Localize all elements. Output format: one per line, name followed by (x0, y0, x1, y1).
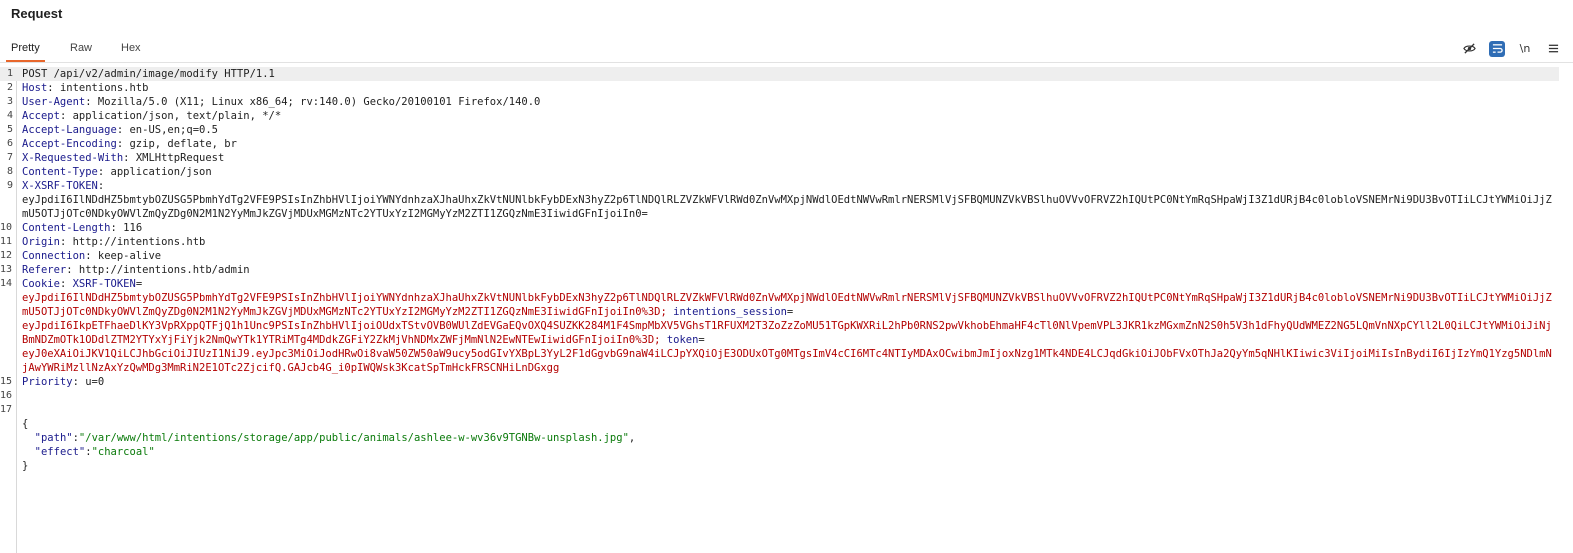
header-name: Accept (22, 110, 60, 122)
json-brace: { (22, 418, 29, 430)
blank-line: 16 (0, 389, 1558, 403)
header-value: en-US,en;q=0.5 (129, 124, 218, 136)
header-name: Content-Type (22, 166, 98, 178)
header-value: u=0 (85, 376, 105, 388)
header-value: intentions.htb (59, 82, 149, 94)
line-number: 2 (6, 82, 13, 93)
header-name: Referer (22, 264, 67, 276)
line-number: 5 (6, 124, 13, 135)
cookie-name: token (666, 334, 699, 346)
header-value: http://intentions.htb/admin (78, 264, 250, 276)
tab-hex[interactable]: Hex (116, 36, 146, 61)
editor-toolbar: \n (1461, 40, 1561, 57)
header-line: 11 Origin: http://intentions.htb (0, 235, 1558, 249)
header-value: Mozilla/5.0 (X11; Linux x86_64; rv:140.0… (97, 96, 541, 108)
line-number: 13 (0, 264, 12, 275)
header-value: XMLHttpRequest (135, 152, 225, 164)
header-line: 9 X-XSRF-TOKEN: eyJpdiI6IlNDdHZ5bmtybOZUS… (0, 179, 1558, 221)
json-brace: } (22, 460, 29, 472)
line-number: 1 (6, 68, 13, 79)
line-number: 6 (6, 138, 13, 149)
json-value: "charcoal" (91, 446, 155, 458)
line-number: 9 (6, 180, 13, 191)
request-editor[interactable]: 1 POST /api/v2/admin/image/modify HTTP/1.… (0, 67, 1573, 553)
line-number: 16 (0, 390, 12, 401)
line-number: 11 (0, 236, 12, 247)
cookie-name: intentions_session (673, 306, 787, 318)
json-key: "path" (34, 432, 73, 444)
header-value: application/json (110, 166, 212, 178)
eye-off-icon[interactable] (1461, 41, 1477, 57)
line-number: 17 (0, 404, 12, 415)
header-name: Content-Length (22, 222, 111, 234)
header-value: gzip, deflate, br (129, 138, 237, 150)
header-line: 6 Accept-Encoding: gzip, deflate, br (0, 137, 1558, 151)
json-key: "effect" (34, 446, 86, 458)
body-line: { (0, 417, 1558, 431)
cookie-value: eyJpdiI6IlNDdHZ5bmtybOZUSG5PbmhYdTg2VFE9… (22, 292, 1552, 318)
header-name: Host (22, 82, 48, 94)
request-line: 1 POST /api/v2/admin/image/modify HTTP/1.… (0, 67, 1559, 81)
header-line: 15 Priority: u=0 (0, 375, 1558, 389)
tab-raw[interactable]: Raw (64, 36, 98, 61)
header-name: Accept-Encoding (22, 138, 117, 150)
line-number: 10 (0, 222, 12, 233)
body-line: } (0, 459, 1558, 473)
header-name: X-XSRF-TOKEN (22, 180, 98, 192)
header-name: User-Agent (22, 96, 86, 108)
cookie-line: 14 Cookie: XSRF-TOKEN= eyJpdiI6IlNDdHZ5bm… (0, 277, 1558, 375)
header-value: 116 (123, 222, 143, 234)
panel-title: Request (11, 6, 63, 21)
cookie-value: eyJpdiI6IkpETFhaeDlKY3VpRXppQTFjQ1h1Unc9… (22, 320, 1552, 346)
header-value: keep-alive (97, 250, 162, 262)
header-name: Priority (22, 376, 73, 388)
body-line: "path":"/var/www/html/intentions/storage… (34, 432, 636, 444)
header-line: 10 Content-Length: 116 (0, 221, 1558, 235)
header-name: Accept-Language (22, 124, 117, 136)
line-number: 8 (6, 166, 13, 177)
cookie-name: XSRF-TOKEN (72, 278, 136, 290)
header-line: 2 Host: intentions.htb (0, 81, 1558, 95)
header-name: Origin (22, 236, 60, 248)
header-name: Connection (22, 250, 86, 262)
body-line: "effect":"charcoal" (34, 446, 155, 458)
body-line: 17 (0, 403, 1558, 417)
request-lines: 1 POST /api/v2/admin/image/modify HTTP/1.… (0, 67, 1573, 473)
line-number: 12 (0, 250, 12, 261)
header-line: 8 Content-Type: application/json (0, 165, 1558, 179)
line-number: 15 (0, 376, 12, 387)
line-number: 7 (6, 152, 13, 163)
header-line: 5 Accept-Language: en-US,en;q=0.5 (0, 123, 1558, 137)
header-line: 3 User-Agent: Mozilla/5.0 (X11; Linux x86… (0, 95, 1558, 109)
word-wrap-icon[interactable] (1489, 40, 1505, 57)
header-line: 13 Referer: http://intentions.htb/admin (0, 263, 1558, 277)
line-number: 14 (0, 278, 12, 289)
header-line: 4 Accept: application/json, text/plain, *… (0, 109, 1558, 123)
cookie-value: eyJ0eXAiOiJKV1QiLCJhbGciOiJIUzI1NiJ9.eyJ… (22, 348, 1552, 374)
header-name: Cookie (22, 278, 60, 290)
header-line: 7 X-Requested-With: XMLHttpRequest (0, 151, 1558, 165)
header-line: 12 Connection: keep-alive (0, 249, 1558, 263)
line-number: 4 (6, 110, 13, 121)
header-value: http://intentions.htb (72, 236, 206, 248)
view-tabs: Pretty Raw Hex (0, 36, 1573, 63)
newline-toggle[interactable]: \n (1517, 41, 1533, 57)
hamburger-menu-icon[interactable] (1545, 41, 1561, 57)
header-value: application/json, text/plain, */* (72, 110, 282, 122)
request-line-text: POST /api/v2/admin/image/modify HTTP/1.1 (22, 68, 275, 80)
header-name: X-Requested-With (22, 152, 124, 164)
line-number: 3 (6, 96, 13, 107)
tab-pretty[interactable]: Pretty (6, 36, 45, 62)
header-value: eyJpdiI6IlNDdHZ5bmtybOZUSG5PbmhYdTg2VFE9… (22, 194, 1552, 220)
json-value: "/var/www/html/intentions/storage/app/pu… (78, 432, 629, 444)
